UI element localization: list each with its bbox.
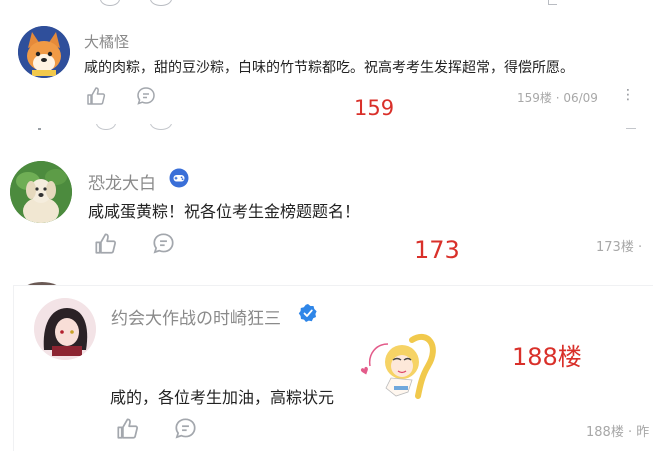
floor-annotation: 159 <box>354 96 395 120</box>
reply-icon[interactable] <box>150 0 172 6</box>
floor-fragment <box>548 0 557 5</box>
floor-time: 159楼 · 06/09 <box>517 91 598 105</box>
more-icon[interactable]: ⋮ <box>621 87 635 103</box>
avatar[interactable] <box>10 161 72 223</box>
floor-time: 188楼 · 昨 <box>586 425 650 440</box>
comment-188: 约会大作战の时崎狂三 ♥ 188楼 咸的，各位考生加油，高粽状元 188楼 · … <box>14 286 654 452</box>
comment-text: 咸咸蛋黄粽！祝各位考生金榜题题名！ <box>88 202 361 221</box>
reply-icon[interactable] <box>152 232 175 255</box>
top-cut-fragment <box>0 0 654 6</box>
floor-annotation: 173 <box>414 236 460 264</box>
nickname[interactable]: 恐龙大白 <box>88 169 156 194</box>
reply-icon[interactable] <box>174 417 197 440</box>
comment-text: 咸的肉粽，甜的豆沙粽，白味的竹节粽都吃。祝高考考生发挥超常，得偿所愿。 <box>84 60 574 76</box>
verified-badge-icon <box>298 303 318 323</box>
like-icon[interactable] <box>94 232 117 255</box>
like-icon[interactable] <box>116 417 139 440</box>
like-icon[interactable] <box>86 86 106 106</box>
floor-time: 173楼 · <box>596 240 643 255</box>
dog-photo-avatar-icon <box>10 161 72 223</box>
avatar[interactable] <box>18 26 70 78</box>
nickname[interactable]: 大橘怪 <box>84 31 129 52</box>
reply-icon[interactable] <box>136 86 156 106</box>
sticker-image: ♥ <box>358 326 448 402</box>
avatar[interactable] <box>34 298 96 360</box>
comment-text: 咸的，各位考生加油，高粽状元 <box>110 388 335 407</box>
svg-text:♥: ♥ <box>359 365 371 378</box>
anime-girl-avatar-icon <box>34 298 96 360</box>
floor-annotation: 188楼 <box>512 343 582 371</box>
like-icon[interactable] <box>100 0 120 6</box>
gamepad-badge-icon <box>169 168 189 188</box>
nickname[interactable]: 约会大作战の时崎狂三 <box>111 304 281 329</box>
cut-fragment <box>0 124 654 134</box>
dog-avatar-icon <box>18 26 70 78</box>
